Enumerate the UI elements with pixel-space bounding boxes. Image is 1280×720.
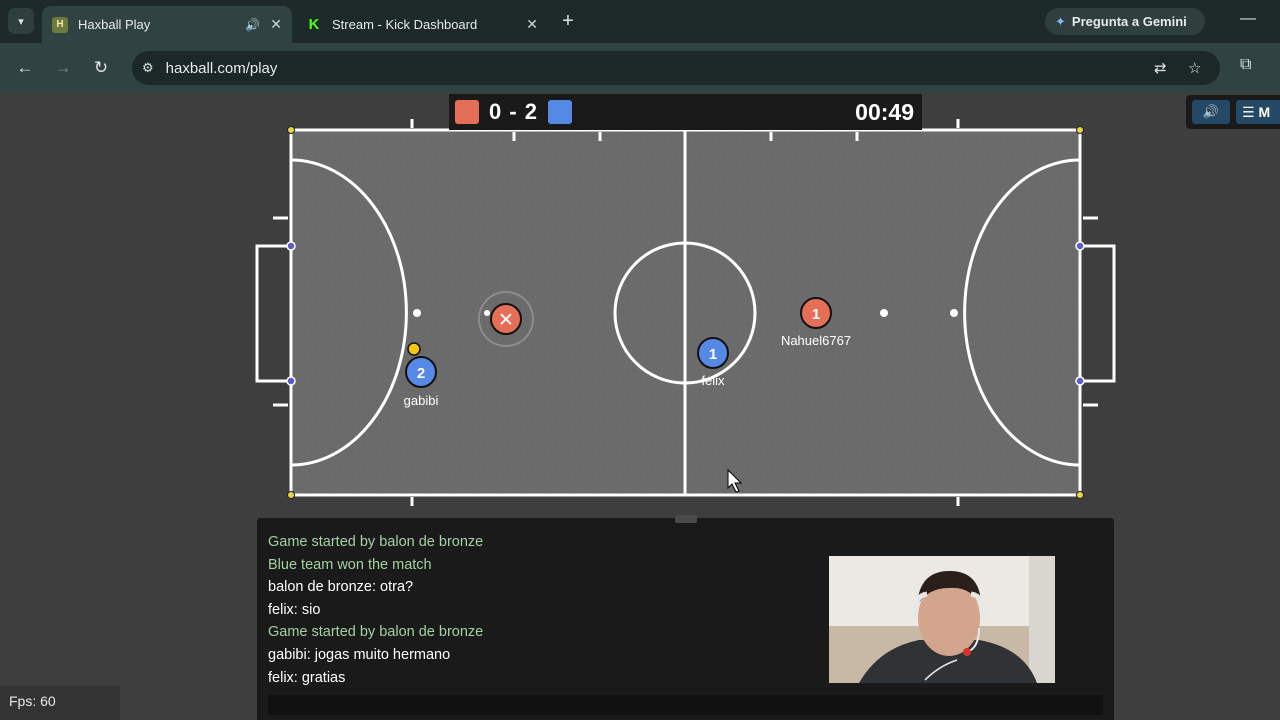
right-goal xyxy=(1080,244,1116,383)
fps-counter: Fps: 60 xyxy=(0,686,120,720)
game-timer: 00:49 xyxy=(855,98,914,125)
ball-marker xyxy=(484,310,490,316)
menu-button[interactable]: ☰ M xyxy=(1236,100,1280,124)
chat-line: Game started by balon de bronze xyxy=(268,624,484,641)
chat-line: balon de bronze: otra? xyxy=(268,579,414,596)
svg-text:✕: ✕ xyxy=(498,309,514,331)
player-name: gabibi xyxy=(404,393,439,408)
chat-log: Game started by balon de bronze Blue tea… xyxy=(268,531,828,691)
chat-line: gabibi: jogas muito hermano xyxy=(268,646,451,663)
scoreboard: 0 - 2 00:49 xyxy=(449,94,922,130)
left-goal xyxy=(255,244,291,383)
red-team-square xyxy=(455,100,479,124)
game-controls: 🔊 ☰ M xyxy=(1186,95,1280,129)
chat-resize-handle[interactable] xyxy=(675,515,697,523)
player-name: felix xyxy=(701,373,725,388)
player-blue-felix: 1 felix xyxy=(697,337,729,388)
player-number: 1 xyxy=(709,346,717,363)
chat-line: Game started by balon de bronze xyxy=(268,534,484,550)
player-number: 2 xyxy=(417,365,425,382)
player-name: Nahuel6767 xyxy=(781,333,851,348)
ball xyxy=(407,342,421,356)
chat-input[interactable] xyxy=(268,695,1103,715)
chat-line: felix: sio xyxy=(268,601,321,618)
sound-toggle-button[interactable]: 🔊 xyxy=(1192,100,1230,124)
player-number: 1 xyxy=(812,306,820,323)
webcam-overlay xyxy=(829,556,1055,683)
score-text: 0 - 2 xyxy=(489,99,539,124)
blue-team-square xyxy=(548,100,573,124)
chat-line: felix: gratias xyxy=(268,669,346,686)
chat-line: Blue team won the match xyxy=(268,556,432,573)
